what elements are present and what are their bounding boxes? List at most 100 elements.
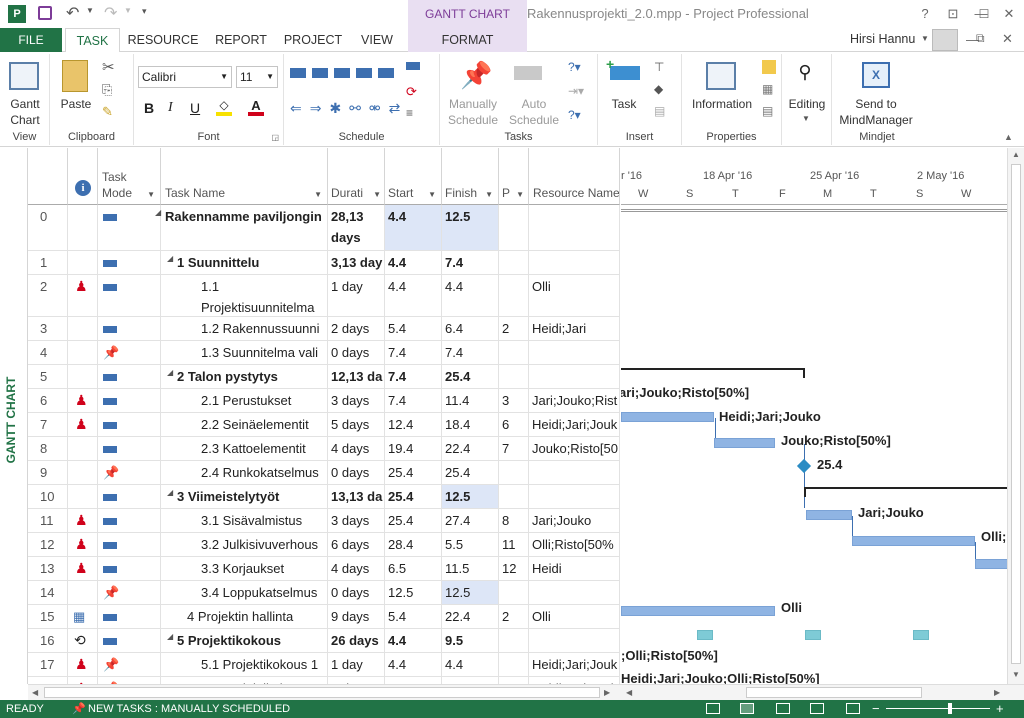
start-cell[interactable]: 19.4 xyxy=(385,437,442,460)
duration-cell[interactable]: 13,13 da xyxy=(328,485,385,508)
predecessors-cell[interactable]: 8 xyxy=(499,509,529,532)
table-row[interactable]: 2 ♟ 1.1 Projektisuunnitelma 1 day 4.4 4.4 Olli xyxy=(28,275,620,317)
start-cell[interactable]: 7.4 xyxy=(385,389,442,412)
task-name-cell[interactable]: 1.1 Projektisuunnitelma xyxy=(161,275,328,316)
task-mode-cell[interactable]: 📌 xyxy=(98,341,161,364)
start-cell[interactable]: 7.4 xyxy=(385,365,442,388)
task-name-cell[interactable]: 5 Projektikokous xyxy=(161,629,328,652)
tab-resource[interactable]: RESOURCE xyxy=(124,28,202,52)
info-cell[interactable] xyxy=(68,317,98,340)
predecessors-cell[interactable]: 2 xyxy=(499,605,529,628)
task-mode-cell[interactable] xyxy=(98,605,161,628)
highlight-color-icon[interactable]: ◇ xyxy=(216,98,232,116)
auto-schedule-button[interactable]: Auto Schedule xyxy=(506,96,562,128)
info-cell[interactable] xyxy=(68,341,98,364)
start-cell[interactable]: 4.4 xyxy=(385,653,442,676)
resource-names-cell[interactable]: Jari;Jouko xyxy=(529,509,620,532)
mode-icon[interactable]: ?▾ xyxy=(568,108,581,122)
link-tasks-icon[interactable]: ⇐⇒✱⚯⚮⇄ xyxy=(290,100,408,117)
predecessors-cell[interactable] xyxy=(499,485,529,508)
duration-cell[interactable]: 3 days xyxy=(328,509,385,532)
table-row[interactable]: 0 ◢ Rakennamme paviljongin 28,13 days 4.4 12.… xyxy=(28,205,620,251)
finish-cell[interactable]: 7.4 xyxy=(442,251,499,274)
save-icon[interactable] xyxy=(38,6,52,20)
predecessors-cell[interactable]: 7 xyxy=(499,437,529,460)
column-header-task-name[interactable]: Task Name ▼ xyxy=(161,148,328,205)
duration-cell[interactable]: 3 days xyxy=(328,389,385,412)
duration-cell[interactable]: 26 days xyxy=(328,629,385,652)
tab-task[interactable]: TASK xyxy=(65,28,120,53)
predecessors-cell[interactable] xyxy=(499,365,529,388)
task-name-cell[interactable]: 2 Talon pystytys xyxy=(161,365,328,388)
zoom-out-icon[interactable]: − xyxy=(872,700,880,718)
team-planner-icon[interactable] xyxy=(810,703,824,714)
finish-cell[interactable]: 4.4 xyxy=(442,653,499,676)
tab-view[interactable]: VIEW xyxy=(352,28,402,52)
scroll-right-icon[interactable]: ▶ xyxy=(994,688,1000,697)
summary-bar-viimeistelytyot[interactable] xyxy=(804,487,1007,497)
task-mode-cell[interactable]: 📌 xyxy=(98,581,161,604)
ribbon-display-icon[interactable]: ⊡ xyxy=(944,5,962,23)
window-close-icon[interactable]: ✕ xyxy=(1002,31,1013,47)
finish-cell[interactable]: 18.4 xyxy=(442,413,499,436)
resource-names-cell[interactable]: Heidi;Jari xyxy=(529,317,620,340)
font-dialog-launcher-icon[interactable]: ◲ xyxy=(271,133,279,142)
view-shortcut-icon[interactable] xyxy=(706,703,720,714)
duration-cell[interactable]: 4 days xyxy=(328,557,385,580)
duration-cell[interactable]: 1 day xyxy=(328,677,385,684)
task-name-cell[interactable]: 2.4 Runkokatselmus xyxy=(161,461,328,484)
scroll-thumb[interactable] xyxy=(1011,164,1021,664)
respect-links-icon[interactable]: ⟳ xyxy=(406,84,417,100)
table-row[interactable]: 14 📌 3.4 Loppukatselmus 0 days 12.5 12.5 xyxy=(28,581,620,605)
start-cell[interactable]: 5.4 xyxy=(385,605,442,628)
table-row[interactable]: 4 📌 1.3 Suunnitelma vali 0 days 7.4 7.4 xyxy=(28,341,620,365)
finish-cell[interactable]: 11.4 xyxy=(442,389,499,412)
tab-project[interactable]: PROJECT xyxy=(280,28,346,52)
start-cell[interactable]: 7.4 xyxy=(385,341,442,364)
milestone-marker[interactable] xyxy=(796,458,812,474)
finish-cell[interactable]: 6.4 xyxy=(442,317,499,340)
undo-dropdown-icon[interactable]: ▼ xyxy=(86,6,94,15)
predecessors-cell[interactable] xyxy=(499,341,529,364)
info-cell[interactable] xyxy=(68,205,98,250)
predecessors-cell[interactable] xyxy=(499,205,529,250)
move-icon[interactable]: ⇥▾ xyxy=(568,84,584,98)
task-mode-cell[interactable] xyxy=(98,205,161,250)
table-row[interactable]: 7 ♟ 2.2 Seinäelementit 5 days 12.4 18.4 6 Heidi… xyxy=(28,413,620,437)
finish-cell[interactable]: 11.4 xyxy=(442,677,499,684)
resource-names-cell[interactable]: Heidi;Jari;Jouk xyxy=(529,653,620,676)
finish-cell[interactable]: 9.5 xyxy=(442,629,499,652)
duration-cell[interactable]: 12,13 da xyxy=(328,365,385,388)
task-name-cell[interactable]: 5.2 Projektikokous 2 xyxy=(161,677,328,684)
table-row[interactable]: 1 ◢ 1 Suunnittelu 3,13 day 4.4 7.4 xyxy=(28,251,620,275)
task-mode-cell[interactable] xyxy=(98,251,161,274)
start-cell[interactable]: 4.4 xyxy=(385,629,442,652)
info-cell[interactable]: ⟲ xyxy=(68,629,98,652)
manually-schedule-button[interactable]: Manually Schedule xyxy=(442,96,504,128)
avatar[interactable] xyxy=(932,29,958,51)
redo-icon[interactable]: ↷ xyxy=(104,3,117,23)
info-cell[interactable]: ♟ xyxy=(68,509,98,532)
gantt-view-icon[interactable] xyxy=(740,703,754,714)
font-size-select[interactable]: 11 ▼ xyxy=(236,66,278,88)
resource-names-cell[interactable] xyxy=(529,629,620,652)
task-name-cell[interactable]: 3.4 Loppukatselmus xyxy=(161,581,328,604)
task-name-cell[interactable]: 2.1 Perustukset xyxy=(161,389,328,412)
task-name-cell[interactable]: 1 Suunnittelu xyxy=(161,251,328,274)
table-row[interactable]: 8 2.3 Kattoelementit 4 days 19.4 22.4 7 Jouko;… xyxy=(28,437,620,461)
start-cell[interactable]: 28.4 xyxy=(385,533,442,556)
task-bar[interactable] xyxy=(852,536,975,546)
tab-report[interactable]: REPORT xyxy=(208,28,274,52)
predecessors-cell[interactable]: 3 xyxy=(499,389,529,412)
finish-cell[interactable]: 12.5 xyxy=(442,485,499,508)
table-row[interactable]: 5 ◢ 2 Talon pystytys 12,13 da 7.4 25.4 xyxy=(28,365,620,389)
task-mode-cell[interactable]: 📌 xyxy=(98,653,161,676)
duration-cell[interactable]: 5 days xyxy=(328,413,385,436)
predecessors-cell[interactable] xyxy=(499,653,529,676)
new-tasks-mode[interactable]: NEW TASKS : MANUALLY SCHEDULED xyxy=(88,700,290,718)
predecessors-cell[interactable] xyxy=(499,677,529,684)
info-cell[interactable]: ♟ xyxy=(68,389,98,412)
column-header-resource-names[interactable]: Resource Name xyxy=(529,148,620,205)
resource-names-cell[interactable] xyxy=(529,581,620,604)
task-name-cell[interactable]: 3.2 Julkisivuverhous xyxy=(161,533,328,556)
